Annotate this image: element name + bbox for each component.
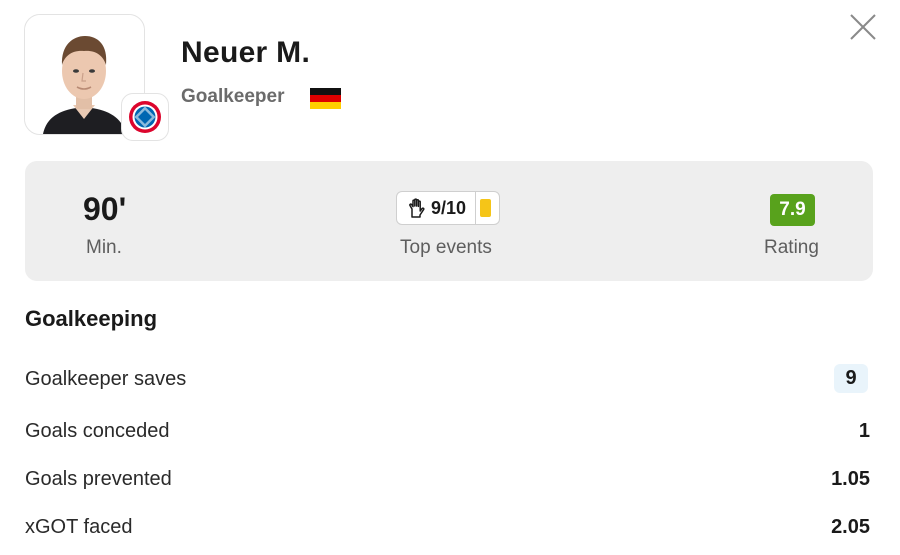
saves-chip: 9/10 <box>397 192 476 224</box>
saves-value: 9/10 <box>430 197 467 218</box>
stat-label: Goals conceded <box>25 420 170 442</box>
player-photo <box>24 14 169 141</box>
close-button[interactable] <box>846 10 880 44</box>
stat-value: 9 <box>834 364 868 393</box>
stat-label: xGOT faced <box>25 516 133 538</box>
club-badge <box>121 93 169 141</box>
minutes-value: 90' <box>83 191 127 227</box>
stat-label: Goalkeeper saves <box>25 368 187 390</box>
germany-flag-icon <box>310 88 341 109</box>
top-events-label: Top events <box>400 237 492 258</box>
yellow-card-icon <box>480 199 491 217</box>
bayern-munich-badge-icon <box>129 101 161 133</box>
stat-value: 1 <box>858 420 870 442</box>
stat-row-goalkeeper-saves: Goalkeeper saves 9 <box>25 364 870 398</box>
goalkeeper-glove-icon <box>409 198 425 218</box>
stat-row-xgot-faced: xGOT faced 2.05 <box>25 512 870 546</box>
rating-badge: 7.9 <box>770 194 815 226</box>
stat-value: 2.05 <box>831 516 870 538</box>
player-name: Neuer M. <box>181 36 311 69</box>
stat-value: 1.05 <box>831 468 870 490</box>
close-icon <box>850 14 876 40</box>
top-events-pill[interactable]: 9/10 <box>396 191 500 225</box>
stat-row-goals-prevented: Goals prevented 1.05 <box>25 464 870 498</box>
rating-label: Rating <box>764 237 819 258</box>
player-position: Goalkeeper <box>181 86 285 107</box>
stat-row-goals-conceded: Goals conceded 1 <box>25 416 870 450</box>
goalkeeping-title: Goalkeeping <box>25 306 158 331</box>
minutes-block: 90' Min. <box>65 161 145 281</box>
stat-label: Goals prevented <box>25 468 172 490</box>
minutes-label: Min. <box>86 237 122 258</box>
match-summary: 90' Min. 9/10 Top events 7.9 Rating <box>25 161 873 281</box>
